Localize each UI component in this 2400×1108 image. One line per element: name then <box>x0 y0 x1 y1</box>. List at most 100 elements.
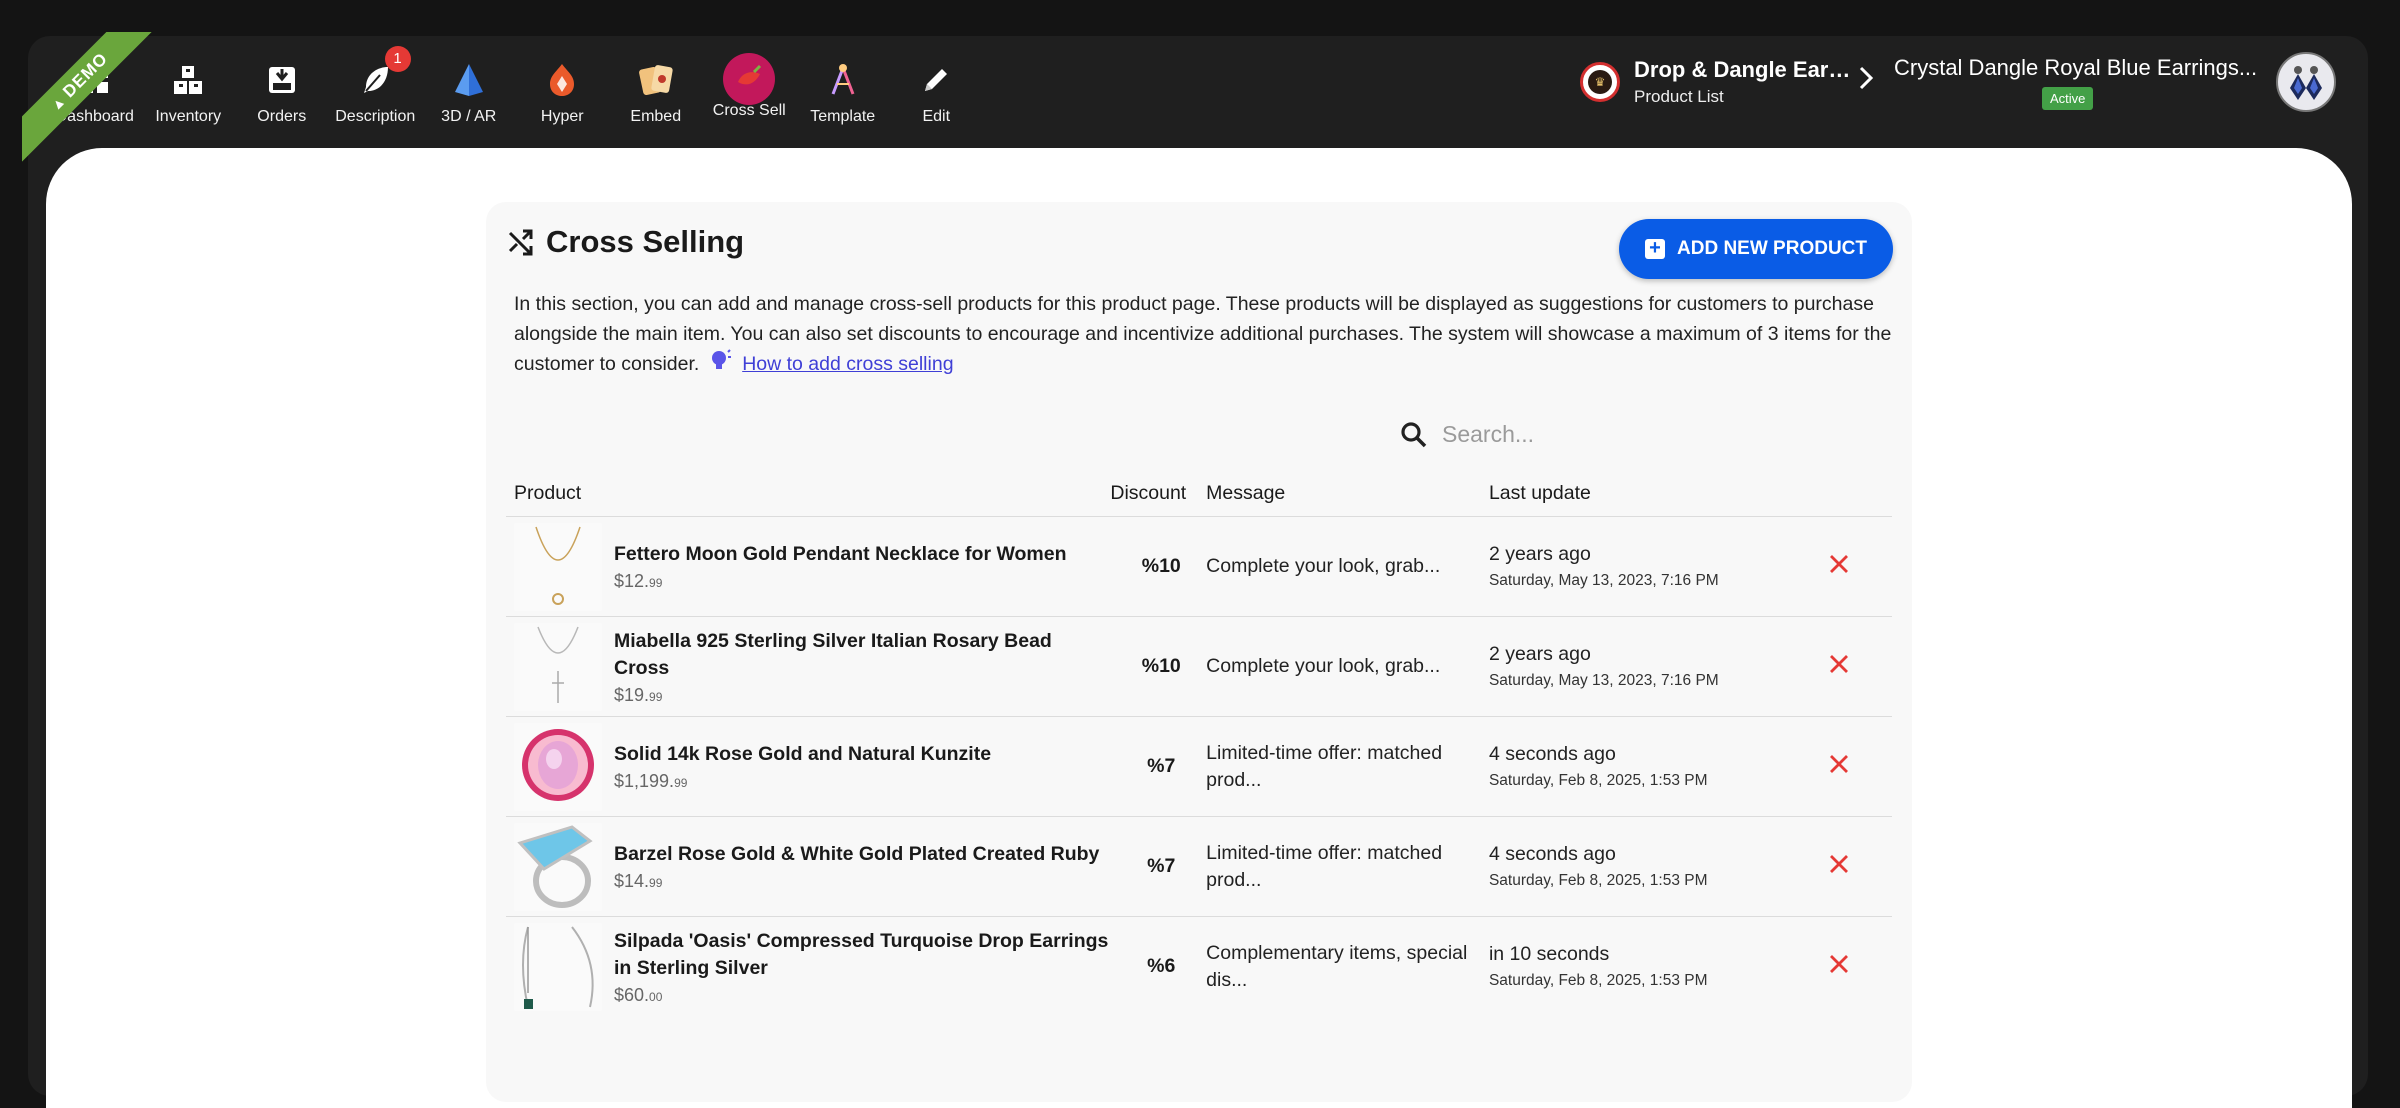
nav-3d-ar-label: 3D / AR <box>441 108 497 125</box>
table-header-row: Product Discount Message Last update <box>506 470 1892 517</box>
inventory-boxes-icon <box>166 58 210 102</box>
updated-relative: 4 seconds ago <box>1488 843 1616 865</box>
cross-sell-icon <box>722 52 776 106</box>
search-icon <box>1401 421 1427 447</box>
template-compass-icon <box>821 58 865 102</box>
price-main: $14. <box>614 871 650 891</box>
close-icon <box>1830 655 1849 673</box>
status-badge: Active <box>2042 86 2094 110</box>
product-thumbnail <box>514 622 602 711</box>
breadcrumb-product-list[interactable]: Product List <box>1634 87 1852 107</box>
table-row[interactable]: Fettero Moon Gold Pendant Necklace for W… <box>506 516 1892 617</box>
plus-square-icon: + <box>1645 238 1665 259</box>
delete-button[interactable] <box>1786 816 1892 917</box>
notification-badge: 1 <box>384 46 411 72</box>
panel-header: Cross Selling <box>506 224 744 260</box>
updated-relative: in 10 seconds <box>1488 943 1610 965</box>
col-last-update: Last update <box>1488 470 1787 517</box>
embed-cards-icon <box>634 58 678 102</box>
discount-value: %7 <box>1147 855 1176 877</box>
discount-value: %6 <box>1147 955 1176 977</box>
nav-edit[interactable]: Edit <box>890 56 984 132</box>
lightbulb-icon <box>709 349 731 381</box>
discount-value: %10 <box>1141 555 1181 577</box>
nav-3d-ar[interactable]: 3D / AR <box>422 56 516 132</box>
nav-template[interactable]: Template <box>796 56 890 132</box>
table-row[interactable]: Barzel Rose Gold & White Gold Plated Cre… <box>506 816 1892 917</box>
product-thumbnail <box>514 522 602 611</box>
nav-orders-label: Orders <box>257 108 307 125</box>
message-text: Limited-time offer: matched prod... <box>1206 841 1443 891</box>
col-product: Product <box>506 470 1111 517</box>
product-thumbnail <box>514 922 602 1011</box>
updated-absolute: Saturday, Feb 8, 2025, 1:53 PM <box>1488 772 1708 789</box>
nav-hyper-label: Hyper <box>540 108 584 125</box>
close-icon <box>1830 755 1849 773</box>
price-main: $60. <box>614 984 650 1005</box>
table-row[interactable]: Solid 14k Rose Gold and Natural Kunzite $… <box>506 716 1892 817</box>
col-actions <box>1786 470 1892 517</box>
price-cents: 99 <box>649 576 663 590</box>
close-icon <box>1830 555 1849 573</box>
delete-button[interactable] <box>1786 616 1892 717</box>
message-text: Complementary items, special dis... <box>1206 941 1468 991</box>
price-cents: 00 <box>649 989 663 1004</box>
updated-relative: 2 years ago <box>1488 643 1591 665</box>
message-text: Complete your look, grab... <box>1206 555 1441 577</box>
earrings-image <box>2290 66 2322 100</box>
cross-sell-table: Product Discount Message Last update Fet… <box>506 470 1892 1016</box>
demo-ribbon: ▲DEMO <box>22 32 172 182</box>
price-main: $12. <box>614 571 650 591</box>
store-logo[interactable]: ♛ <box>1580 62 1620 102</box>
price-cents: 99 <box>649 689 663 704</box>
delete-button[interactable] <box>1787 917 1892 1017</box>
product-name[interactable]: Silpada 'Oasis' Compressed Turquoise Dro… <box>614 928 1110 982</box>
nav-cross-sell[interactable]: Cross Sell <box>703 53 797 132</box>
product-name[interactable]: Barzel Rose Gold & White Gold Plated Cre… <box>614 841 1099 868</box>
message-text: Limited-time offer: matched prod... <box>1206 741 1443 791</box>
updated-absolute: Saturday, May 13, 2023, 7:16 PM <box>1488 672 1719 689</box>
store-logo-mark: ♛ <box>1588 70 1612 94</box>
nav-cross-sell-label: Cross Sell <box>712 102 786 119</box>
pencil-icon <box>914 58 958 102</box>
nav-description[interactable]: 1 Description <box>329 46 423 132</box>
price-cents: 99 <box>674 776 688 790</box>
add-new-product-label: ADD NEW PRODUCT <box>1677 238 1867 259</box>
price-cents: 99 <box>649 876 663 890</box>
product-price: $1,199.99 <box>614 771 991 792</box>
table-row[interactable]: Silpada 'Oasis' Compressed Turquoise Dro… <box>506 917 1892 1017</box>
hyper-gem-icon <box>540 58 584 102</box>
discount-value: %7 <box>1147 755 1176 777</box>
delete-button[interactable] <box>1786 716 1892 817</box>
nav-embed-label: Embed <box>630 108 682 125</box>
product-name[interactable]: Miabella 925 Sterling Silver Italian Ros… <box>614 628 1110 682</box>
help-link[interactable]: How to add cross selling <box>742 353 953 375</box>
store-name[interactable]: Drop & Dangle Earr... <box>1634 57 1852 83</box>
product-price: $14.99 <box>614 871 1099 892</box>
search-input[interactable] <box>1440 420 1724 449</box>
product-name[interactable]: Solid 14k Rose Gold and Natural Kunzite <box>614 741 991 768</box>
demo-label: DEMO <box>59 48 112 102</box>
product-avatar[interactable] <box>2276 52 2336 112</box>
section-description: In this section, you can add and manage … <box>514 290 1894 381</box>
nav-hyper[interactable]: Hyper <box>516 56 610 132</box>
nav-description-label: Description <box>335 108 416 125</box>
price-main: $19. <box>614 684 650 705</box>
product-name[interactable]: Fettero Moon Gold Pendant Necklace for W… <box>614 541 1067 568</box>
message-text: Complete your look, grab... <box>1206 655 1441 677</box>
nav-orders[interactable]: Orders <box>235 56 329 132</box>
col-discount: Discount <box>1110 470 1207 517</box>
pyramid-3d-icon <box>447 58 491 102</box>
top-nav: Dashboard Inventory Orders 1 Description… <box>48 46 984 132</box>
delete-button[interactable] <box>1786 516 1892 617</box>
orders-tray-icon <box>260 58 304 102</box>
product-thumbnail <box>514 722 602 811</box>
updated-absolute: Saturday, May 13, 2023, 7:16 PM <box>1488 572 1719 589</box>
breadcrumb: ♛ Drop & Dangle Earr... Product List Cry… <box>1580 54 2274 110</box>
table-row[interactable]: Miabella 925 Sterling Silver Italian Ros… <box>506 616 1892 717</box>
nav-embed[interactable]: Embed <box>609 56 703 132</box>
close-icon <box>1830 955 1849 973</box>
add-new-product-button[interactable]: + ADD NEW PRODUCT <box>1619 219 1893 279</box>
shuffle-icon <box>508 229 533 256</box>
updated-relative: 4 seconds ago <box>1488 743 1616 765</box>
